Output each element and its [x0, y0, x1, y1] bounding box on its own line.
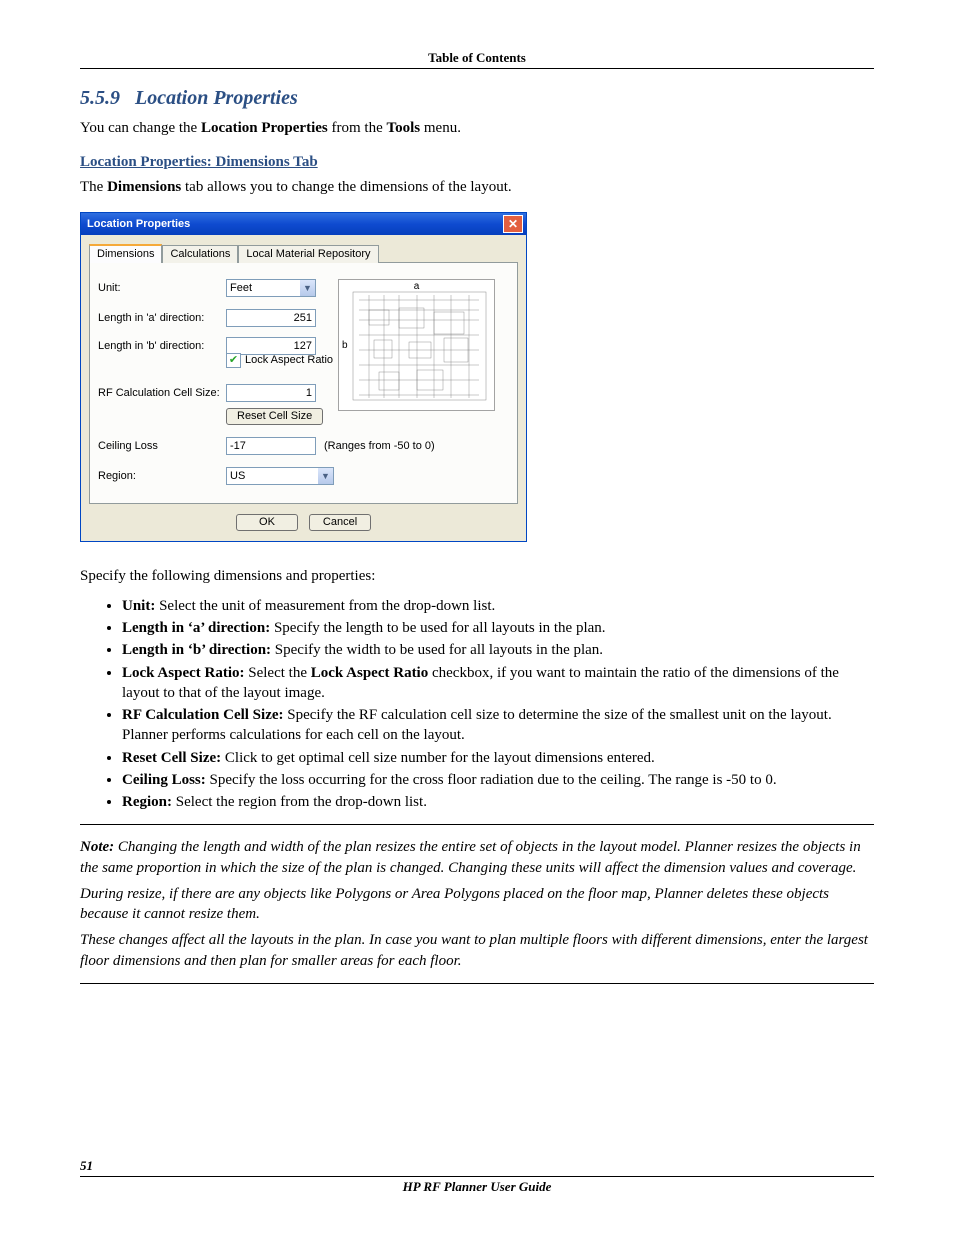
text: from the [328, 120, 387, 136]
intro-paragraph: You can change the Location Properties f… [80, 118, 874, 138]
text: Length in ‘a’ direction: [122, 620, 270, 636]
unit-label: Unit: [98, 282, 226, 294]
length-b-label: Length in 'b' direction: [98, 340, 226, 352]
tab-dimensions[interactable]: Dimensions [89, 244, 162, 263]
list-item: Length in ‘b’ direction: Specify the wid… [122, 640, 874, 660]
text: Select the region from the drop-down lis… [172, 794, 427, 810]
note-label: Note: [80, 839, 114, 855]
ceiling-loss-value: -17 [230, 440, 246, 452]
tabstrip: Dimensions Calculations Local Material R… [89, 243, 518, 263]
note-text: Changing the length and width of the pla… [80, 839, 861, 875]
list-item: Length in ‘a’ direction: Specify the len… [122, 618, 874, 638]
section-number: 5.5.9 [80, 87, 120, 109]
text: Specify the width to be used for all lay… [271, 642, 603, 658]
unit-select[interactable]: Feet ▼ [226, 279, 316, 297]
chevron-down-icon: ▼ [300, 280, 315, 296]
footer-guide-title: HP RF Planner User Guide [80, 1179, 874, 1195]
text: Dimensions [107, 179, 181, 195]
list-intro: Specify the following dimensions and pro… [80, 566, 874, 586]
length-b-value: 127 [294, 340, 312, 352]
text: menu. [420, 120, 461, 136]
list-item: RF Calculation Cell Size: Specify the RF… [122, 705, 874, 746]
region-value: US [230, 470, 245, 482]
ceiling-loss-input[interactable]: -17 [226, 437, 316, 455]
text: Specify the length to be used for all la… [270, 620, 605, 636]
ceiling-loss-range: (Ranges from -50 to 0) [324, 440, 435, 452]
lock-aspect-ratio-label: Lock Aspect Ratio [245, 354, 333, 366]
close-icon[interactable]: ✕ [503, 215, 523, 233]
list-item: Unit: Select the unit of measurement fro… [122, 596, 874, 616]
list-item: Lock Aspect Ratio: Select the Lock Aspec… [122, 663, 874, 704]
rf-cell-size-label: RF Calculation Cell Size: [98, 387, 226, 399]
text: The [80, 179, 107, 195]
rf-cell-size-input[interactable]: 1 [226, 384, 316, 402]
text: Select the unit of measurement from the … [155, 598, 495, 614]
page-number: 51 [80, 1158, 874, 1177]
section-title-text: Location Properties [135, 87, 298, 109]
layout-preview: a b [338, 279, 495, 411]
text: Unit: [122, 598, 155, 614]
lock-aspect-ratio-checkbox[interactable]: ✔ [226, 353, 241, 368]
note-text: These changes affect all the layouts in … [80, 930, 874, 971]
length-a-value: 251 [294, 312, 312, 324]
reset-cell-size-button[interactable]: Reset Cell Size [226, 408, 323, 425]
unit-value: Feet [230, 282, 252, 294]
text: Lock Aspect Ratio: [122, 665, 245, 681]
note-block: Note: Changing the length and width of t… [80, 824, 874, 984]
ceiling-loss-label: Ceiling Loss [98, 440, 226, 452]
note-text: During resize, if there are any objects … [80, 884, 874, 925]
region-select[interactable]: US ▼ [226, 467, 334, 485]
rf-cell-size-value: 1 [306, 387, 312, 399]
text: RF Calculation Cell Size: [122, 707, 284, 723]
text: Tools [386, 120, 420, 136]
list-item: Ceiling Loss: Specify the loss occurring… [122, 770, 874, 790]
location-properties-dialog: Location Properties ✕ Dimensions Calcula… [80, 212, 527, 542]
tab-local-material-repository[interactable]: Local Material Repository [238, 245, 378, 263]
list-item: Reset Cell Size: Click to get optimal ce… [122, 748, 874, 768]
text: Reset Cell Size: [122, 750, 221, 766]
text: Click to get optimal cell size number fo… [221, 750, 655, 766]
list-item: Region: Select the region from the drop-… [122, 792, 874, 812]
property-list: Unit: Select the unit of measurement fro… [122, 596, 874, 813]
text: Select the [245, 665, 311, 681]
section-heading: 5.5.9 Location Properties [80, 87, 874, 110]
text: You can change the [80, 120, 201, 136]
ok-button[interactable]: OK [236, 514, 298, 531]
region-label: Region: [98, 470, 226, 482]
subsection-paragraph: The Dimensions tab allows you to change … [80, 177, 874, 197]
text: Region: [122, 794, 172, 810]
text: Lock Aspect Ratio [311, 665, 429, 681]
tab-calculations[interactable]: Calculations [162, 245, 238, 263]
text: Ceiling Loss: [122, 772, 206, 788]
chevron-down-icon: ▼ [318, 468, 333, 484]
length-a-label: Length in 'a' direction: [98, 312, 226, 324]
dialog-titlebar[interactable]: Location Properties ✕ [81, 213, 526, 235]
text: Specify the loss occurring for the cross… [206, 772, 777, 788]
text: tab allows you to change the dimensions … [181, 179, 511, 195]
text: Location Properties [201, 120, 328, 136]
length-a-input[interactable]: 251 [226, 309, 316, 327]
dialog-title: Location Properties [87, 218, 190, 230]
subsection-heading: Location Properties: Dimensions Tab [80, 154, 874, 171]
text: Length in ‘b’ direction: [122, 642, 271, 658]
cancel-button[interactable]: Cancel [309, 514, 371, 531]
running-header: Table of Contents [80, 50, 874, 69]
